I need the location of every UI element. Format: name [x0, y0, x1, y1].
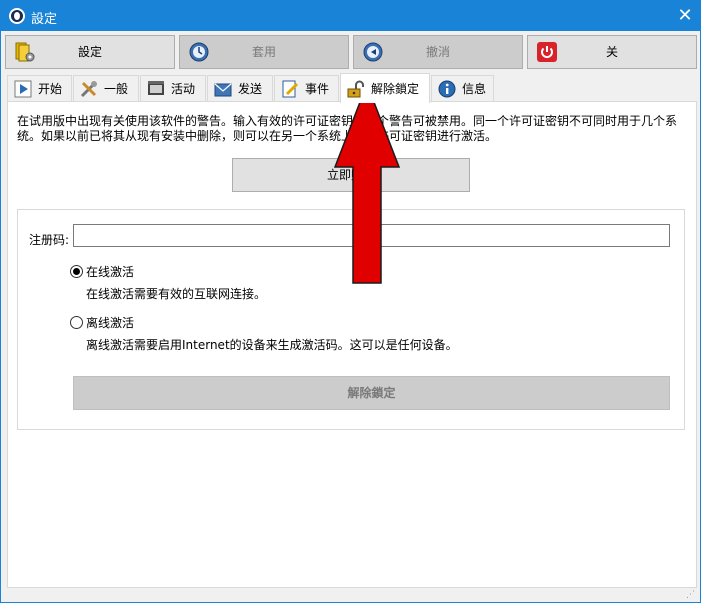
play-icon [14, 80, 32, 98]
tab-start-label: 开始 [38, 82, 63, 96]
apply-button-label: 套用 [251, 45, 276, 59]
online-activation-description: 在线激活需要有效的互联网连接。 [86, 287, 267, 301]
tab-info-label: 信息 [462, 82, 487, 96]
tab-general[interactable]: 一般 [73, 75, 139, 101]
tab-events[interactable]: 事件 [274, 75, 339, 101]
registration-code-input[interactable] [73, 224, 670, 247]
tab-activity[interactable]: 活动 [140, 75, 206, 101]
tools-icon [80, 81, 97, 98]
apply-button[interactable]: 套用 [179, 35, 349, 69]
online-radio-indicator[interactable] [70, 265, 83, 278]
settings-button-label: 設定 [77, 45, 102, 59]
title-bar: 設定 ✕ [1, 1, 700, 31]
app-icon [9, 8, 25, 24]
undo-clock-icon [363, 42, 383, 62]
tab-events-label: 事件 [305, 82, 330, 96]
undo-button[interactable]: 撤消 [353, 35, 523, 69]
power-icon [537, 42, 557, 62]
mail-icon [214, 83, 232, 97]
tab-unlock-label: 解除鎖定 [371, 82, 420, 96]
film-icon [148, 81, 164, 95]
tab-general-label: 一般 [104, 82, 129, 96]
activation-group: 注册码: 在线激活 在线激活需要有效的互联网连接。 离线激活 离线激活需要启用I… [17, 209, 685, 430]
settings-book-icon [15, 42, 35, 62]
offline-activation-radio[interactable]: 离线激活 [70, 314, 134, 331]
tab-strip: 开始 一般 活动 发送 事件 解除鎖定 信息 [7, 73, 697, 103]
unlock-icon [347, 80, 364, 98]
online-activation-label: 在线激活 [86, 265, 135, 279]
offline-activation-label: 离线激活 [86, 316, 135, 330]
document-pencil-icon [282, 80, 299, 98]
offline-radio-indicator[interactable] [70, 316, 83, 329]
status-strip: ⋰ [1, 590, 700, 602]
tab-unlock[interactable]: 解除鎖定 [340, 73, 430, 103]
tab-info[interactable]: 信息 [431, 75, 494, 101]
offline-activation-description: 离线激活需要启用Internet的设备来生成激活码。这可以是任何设备。 [86, 338, 458, 352]
unlock-button[interactable]: 解除鎖定 [73, 376, 670, 410]
close-button-label: 关 [605, 45, 618, 59]
settings-window: 設定 ✕ 設定 套用 撤消 关 开始 一般 活动 发送 事件 解除鎖定 信息 在… [0, 0, 701, 603]
window-title: 設定 [31, 12, 58, 27]
resize-grip-icon[interactable]: ⋰ [686, 590, 696, 600]
info-icon [438, 80, 456, 98]
registration-code-label: 注册码: [29, 233, 70, 247]
tab-start[interactable]: 开始 [7, 75, 72, 101]
buy-now-button[interactable]: 立即购买 [232, 158, 470, 192]
toolbar: 設定 套用 撤消 关 [5, 35, 697, 69]
undo-button-label: 撤消 [425, 45, 450, 59]
online-activation-radio[interactable]: 在线激活 [70, 263, 134, 280]
close-window-button[interactable]: ✕ [670, 1, 700, 31]
settings-button[interactable]: 設定 [5, 35, 175, 69]
license-warning-text: 在试用版中出现有关使用该软件的警告。输入有效的许可证密钥，这个警告可被禁用。同一… [17, 114, 678, 143]
tab-send-label: 发送 [238, 82, 263, 96]
tab-activity-label: 活动 [171, 82, 196, 96]
close-button[interactable]: 关 [527, 35, 697, 69]
unlock-panel: 在试用版中出现有关使用该软件的警告。输入有效的许可证密钥，这个警告可被禁用。同一… [7, 101, 697, 588]
tab-send[interactable]: 发送 [207, 75, 273, 101]
clock-apply-icon [189, 42, 209, 62]
